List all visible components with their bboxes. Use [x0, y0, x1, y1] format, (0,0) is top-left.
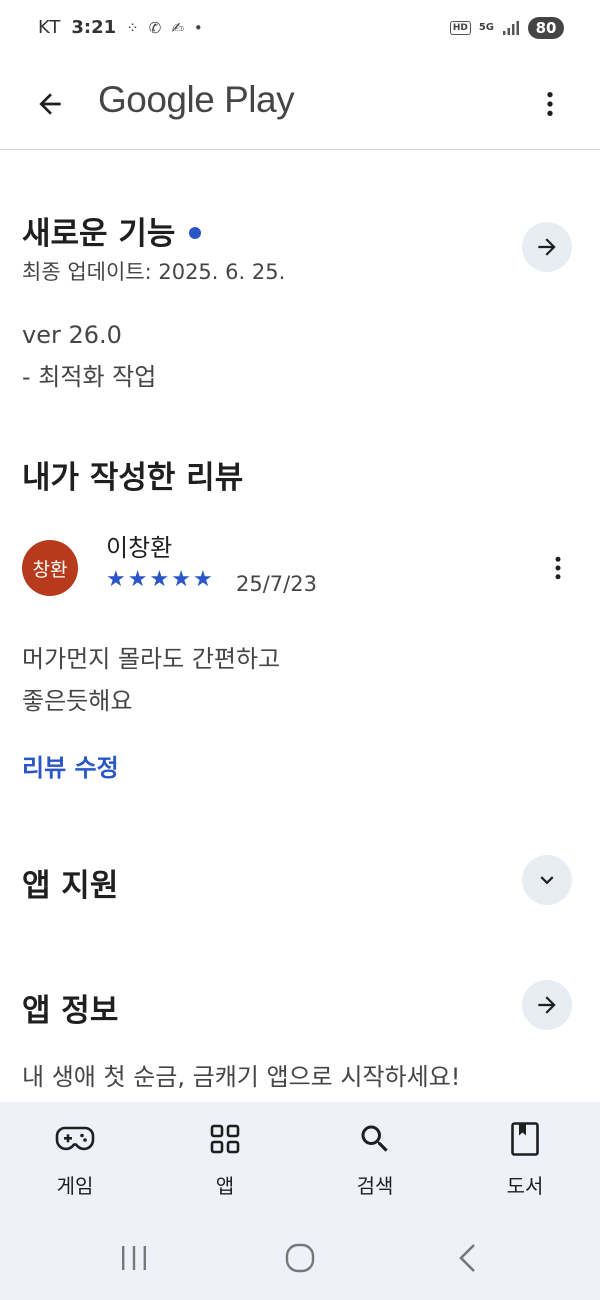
back-button[interactable]	[28, 82, 72, 126]
home-icon	[285, 1243, 315, 1273]
release-note-line: - 최적화 작업	[22, 363, 157, 391]
release-notes: ver 26.0 - 최적화 작업	[22, 314, 156, 398]
hd-voice-icon: HD	[449, 21, 471, 35]
nav-apps[interactable]: 앱	[150, 1102, 300, 1224]
apps-grid-icon	[209, 1119, 241, 1159]
review-text: 머가먼지 몰라도 간편하고 좋은듯해요	[22, 638, 280, 722]
edit-review-link[interactable]: 리뷰 수정	[22, 748, 119, 783]
nav-books[interactable]: 도서	[450, 1102, 600, 1224]
bottom-navigation: 게임 앱 검색 도서	[0, 1102, 600, 1224]
network-type-icon: 5G	[478, 22, 494, 33]
recent-apps-button[interactable]	[104, 1238, 164, 1278]
nav-label: 앱	[215, 1174, 235, 1198]
nav-games[interactable]: 게임	[0, 1102, 150, 1224]
system-navigation-bar	[0, 1224, 600, 1300]
star-icon: ★	[192, 567, 213, 592]
star-rating: ★ ★ ★ ★ ★	[106, 568, 213, 592]
whats-new-heading: 새로운 기능	[22, 208, 202, 253]
call-icon: ✆	[148, 18, 162, 37]
carrier-label: KT	[38, 17, 62, 38]
book-icon	[510, 1119, 540, 1159]
nav-label: 도서	[506, 1174, 544, 1198]
review-more-button[interactable]	[540, 548, 576, 588]
app-info-arrow-button[interactable]	[522, 980, 572, 1030]
back-arrow-icon	[39, 93, 61, 115]
search-icon	[357, 1119, 393, 1159]
star-icon: ★	[149, 567, 170, 592]
status-bar: KT 3:21 ⁘ ✆ ✍ • HD 5G 80	[0, 0, 600, 60]
status-right: HD 5G 80	[449, 17, 564, 39]
app-support-expand-button[interactable]	[522, 855, 572, 905]
battery-icon: 80	[528, 17, 564, 39]
more-options-button[interactable]	[528, 82, 572, 126]
last-updated-text: 최종 업데이트: 2025. 6. 25.	[22, 260, 286, 284]
nav-label: 검색	[356, 1174, 394, 1198]
chevron-left-icon	[459, 1244, 475, 1272]
release-note-line: ver 26.0	[22, 321, 122, 349]
back-nav-button[interactable]	[438, 1238, 498, 1278]
star-icon: ★	[171, 567, 191, 592]
review-text-line: 좋은듯해요	[22, 687, 133, 715]
nav-search[interactable]: 검색	[300, 1102, 450, 1224]
arrow-forward-icon	[538, 996, 556, 1014]
more-notifications-dot-icon: •	[193, 18, 203, 37]
reviewer-name: 이창환	[106, 534, 173, 562]
more-vert-icon	[547, 92, 553, 116]
arrow-forward-icon	[538, 238, 556, 256]
more-vert-icon	[555, 556, 561, 580]
gamepad-icon	[55, 1119, 95, 1159]
clock: 3:21	[71, 17, 117, 38]
app-notification-icon: ✍	[171, 18, 184, 37]
whats-new-title: 새로운 기능	[22, 216, 176, 252]
app-support-heading: 앱 지원	[22, 868, 119, 904]
app-info-heading: 앱 정보	[22, 993, 119, 1029]
app-title: Google Play	[98, 79, 295, 120]
notification-grid-icon: ⁘	[126, 18, 139, 37]
review-date: 25/7/23	[236, 572, 317, 596]
chevron-down-icon	[540, 876, 554, 885]
top-app-bar: Google Play	[0, 62, 600, 150]
home-button[interactable]	[270, 1238, 330, 1278]
star-icon: ★	[106, 567, 126, 592]
app-description: 내 생애 첫 순금, 금캐기 앱으로 시작하세요!	[22, 1063, 461, 1091]
avatar: 창환	[22, 540, 78, 596]
review-text-line: 머가먼지 몰라도 간편하고	[22, 645, 281, 673]
whats-new-arrow-button[interactable]	[522, 222, 572, 272]
nav-label: 게임	[56, 1174, 94, 1198]
new-indicator-dot	[189, 226, 202, 239]
my-review-heading: 내가 작성한 리뷰	[22, 460, 244, 496]
signal-icon	[503, 21, 519, 35]
star-icon: ★	[127, 567, 148, 592]
recent-apps-icon	[122, 1246, 146, 1270]
status-left: KT 3:21 ⁘ ✆ ✍ •	[38, 17, 203, 38]
